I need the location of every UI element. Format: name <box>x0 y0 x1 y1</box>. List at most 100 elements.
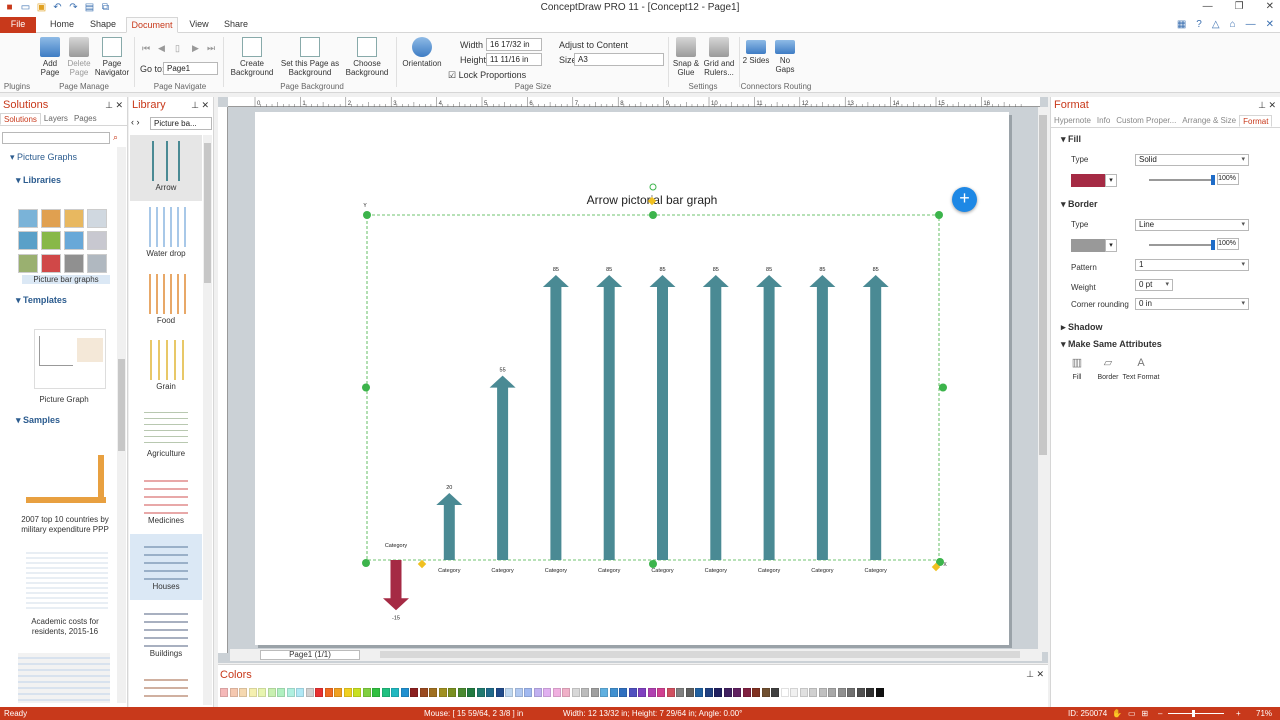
fill-section-toggle[interactable]: ▾ Fill <box>1061 134 1081 145</box>
tab-format[interactable]: Format <box>1239 115 1273 127</box>
restore-button[interactable]: ❐ <box>1235 1 1244 12</box>
color-swatch[interactable] <box>296 688 304 697</box>
fill-opacity-slider[interactable] <box>1149 175 1215 185</box>
arrow-bar[interactable] <box>383 560 409 611</box>
tree-libraries[interactable]: ▾ Libraries <box>16 175 61 186</box>
selection-handle[interactable] <box>935 211 943 219</box>
color-swatch[interactable] <box>771 688 779 697</box>
drawing-page[interactable]: Arrow pictorial bar graph Y X -15 Category 20… <box>255 112 1009 645</box>
color-swatch[interactable] <box>267 688 276 697</box>
color-swatch[interactable] <box>476 688 485 697</box>
tab-solutions[interactable]: Solutions <box>0 113 41 125</box>
arrow-bar[interactable] <box>702 275 729 560</box>
color-swatch[interactable] <box>704 688 713 697</box>
color-swatch[interactable] <box>562 688 570 697</box>
border-color-dropdown[interactable]: ▾ <box>1105 239 1117 252</box>
snap-glue-button[interactable]: Snap & Glue <box>670 37 702 77</box>
color-swatch[interactable] <box>733 688 741 697</box>
color-swatch[interactable] <box>391 688 399 697</box>
pattern-select[interactable]: 1 <box>1135 259 1249 271</box>
library-nav-arrows[interactable]: ‹ › <box>131 117 140 127</box>
colors-pin-close-icon[interactable]: ⊥ ✕ <box>1026 669 1044 680</box>
color-swatch[interactable] <box>429 688 437 697</box>
selection-handle[interactable] <box>363 211 371 219</box>
arrow-bar[interactable] <box>596 275 623 560</box>
color-swatch[interactable] <box>438 688 447 697</box>
help-icon[interactable]: ? <box>1196 19 1202 30</box>
canvas-vertical-scrollbar[interactable] <box>1038 107 1048 652</box>
vertical-ruler[interactable] <box>218 107 228 653</box>
color-swatches[interactable] <box>220 688 885 697</box>
color-swatch[interactable] <box>410 688 418 697</box>
library-item-food[interactable]: Food <box>130 268 202 334</box>
color-swatch[interactable] <box>809 688 817 697</box>
tab-share[interactable]: Share <box>220 17 252 33</box>
color-swatch[interactable] <box>353 688 361 697</box>
tab-file[interactable]: File <box>0 17 36 33</box>
color-swatch[interactable] <box>571 688 580 697</box>
color-swatch[interactable] <box>220 688 228 697</box>
arrow-bar[interactable] <box>756 275 783 560</box>
color-swatch[interactable] <box>362 688 371 697</box>
color-swatch[interactable] <box>457 688 466 697</box>
delete-page-button[interactable]: Delete Page <box>64 37 94 77</box>
last-page-icon[interactable]: ⏭ <box>207 43 215 54</box>
close-window-button[interactable]: ✕ <box>1266 1 1274 12</box>
tab-layers[interactable]: Layers <box>41 113 71 125</box>
color-swatch[interactable] <box>467 688 475 697</box>
library-pin-close-icon[interactable]: ⊥ ✕ <box>191 97 209 113</box>
arrow-bar[interactable] <box>649 275 676 560</box>
color-swatch[interactable] <box>828 688 836 697</box>
color-swatch[interactable] <box>657 688 665 697</box>
color-swatch[interactable] <box>752 688 760 697</box>
color-swatch[interactable] <box>448 688 456 697</box>
two-sides-button[interactable]: 2 Sides <box>742 37 770 65</box>
color-swatch[interactable] <box>818 688 827 697</box>
color-swatch[interactable] <box>666 688 675 697</box>
color-swatch[interactable] <box>229 688 238 697</box>
library-item-water-drop[interactable]: Water drop <box>130 201 202 267</box>
color-swatch[interactable] <box>277 688 285 697</box>
adjust-content-button[interactable]: Adjust to Content <box>559 40 628 50</box>
height-field[interactable]: 11 11/16 in <box>486 53 542 66</box>
library-select[interactable]: Picture ba... <box>150 117 212 130</box>
format-pin-close-icon[interactable]: ⊥ ✕ <box>1258 97 1276 113</box>
set-page-background-button[interactable]: Set this Page as Background <box>278 37 342 77</box>
color-swatch[interactable] <box>866 688 874 697</box>
color-swatch[interactable] <box>543 688 551 697</box>
tab-document[interactable]: Document <box>126 17 178 33</box>
color-swatch[interactable] <box>799 688 808 697</box>
next-page-icon[interactable]: ▶ <box>192 43 199 54</box>
color-swatch[interactable] <box>790 688 798 697</box>
first-page-icon[interactable]: ⏮ <box>142 43 150 54</box>
no-gaps-button[interactable]: No Gaps <box>772 37 798 74</box>
color-swatch[interactable] <box>419 688 428 697</box>
color-swatch[interactable] <box>486 688 494 697</box>
page-indicator[interactable]: Page1 (1/1) <box>260 650 360 660</box>
color-swatch[interactable] <box>723 688 732 697</box>
color-swatch[interactable] <box>714 688 722 697</box>
tab-pages[interactable]: Pages <box>71 113 100 125</box>
color-swatch[interactable] <box>590 688 599 697</box>
current-page-icon[interactable]: ▯ <box>175 43 180 54</box>
app-close-icon[interactable]: ✕ <box>1266 19 1274 30</box>
color-swatch[interactable] <box>647 688 656 697</box>
lock-proportions-checkbox[interactable]: ☑ Lock Proportions <box>448 70 526 81</box>
prev-page-icon[interactable]: ◀ <box>158 43 165 54</box>
size-select[interactable]: A3 <box>574 53 664 66</box>
color-swatch[interactable] <box>856 688 865 697</box>
selection-handle[interactable] <box>939 383 947 392</box>
sample-thumbnail-3[interactable] <box>18 653 110 703</box>
color-swatch[interactable] <box>837 688 846 697</box>
page-navigator-button[interactable]: Page Navigator <box>94 37 130 77</box>
weight-field[interactable]: 0 pt <box>1135 279 1173 291</box>
corner-rounding-select[interactable]: 0 in <box>1135 298 1249 310</box>
sample-thumbnail-1[interactable] <box>26 455 106 503</box>
library-item-next[interactable] <box>130 667 202 703</box>
tab-view[interactable]: View <box>184 17 214 33</box>
tree-samples[interactable]: ▾ Samples <box>16 415 60 426</box>
library-item-arrow[interactable]: Arrow <box>130 135 202 201</box>
grid-rulers-button[interactable]: Grid and Rulers... <box>702 37 736 77</box>
choose-background-button[interactable]: Choose Background <box>342 37 392 77</box>
color-swatch[interactable] <box>305 688 314 697</box>
